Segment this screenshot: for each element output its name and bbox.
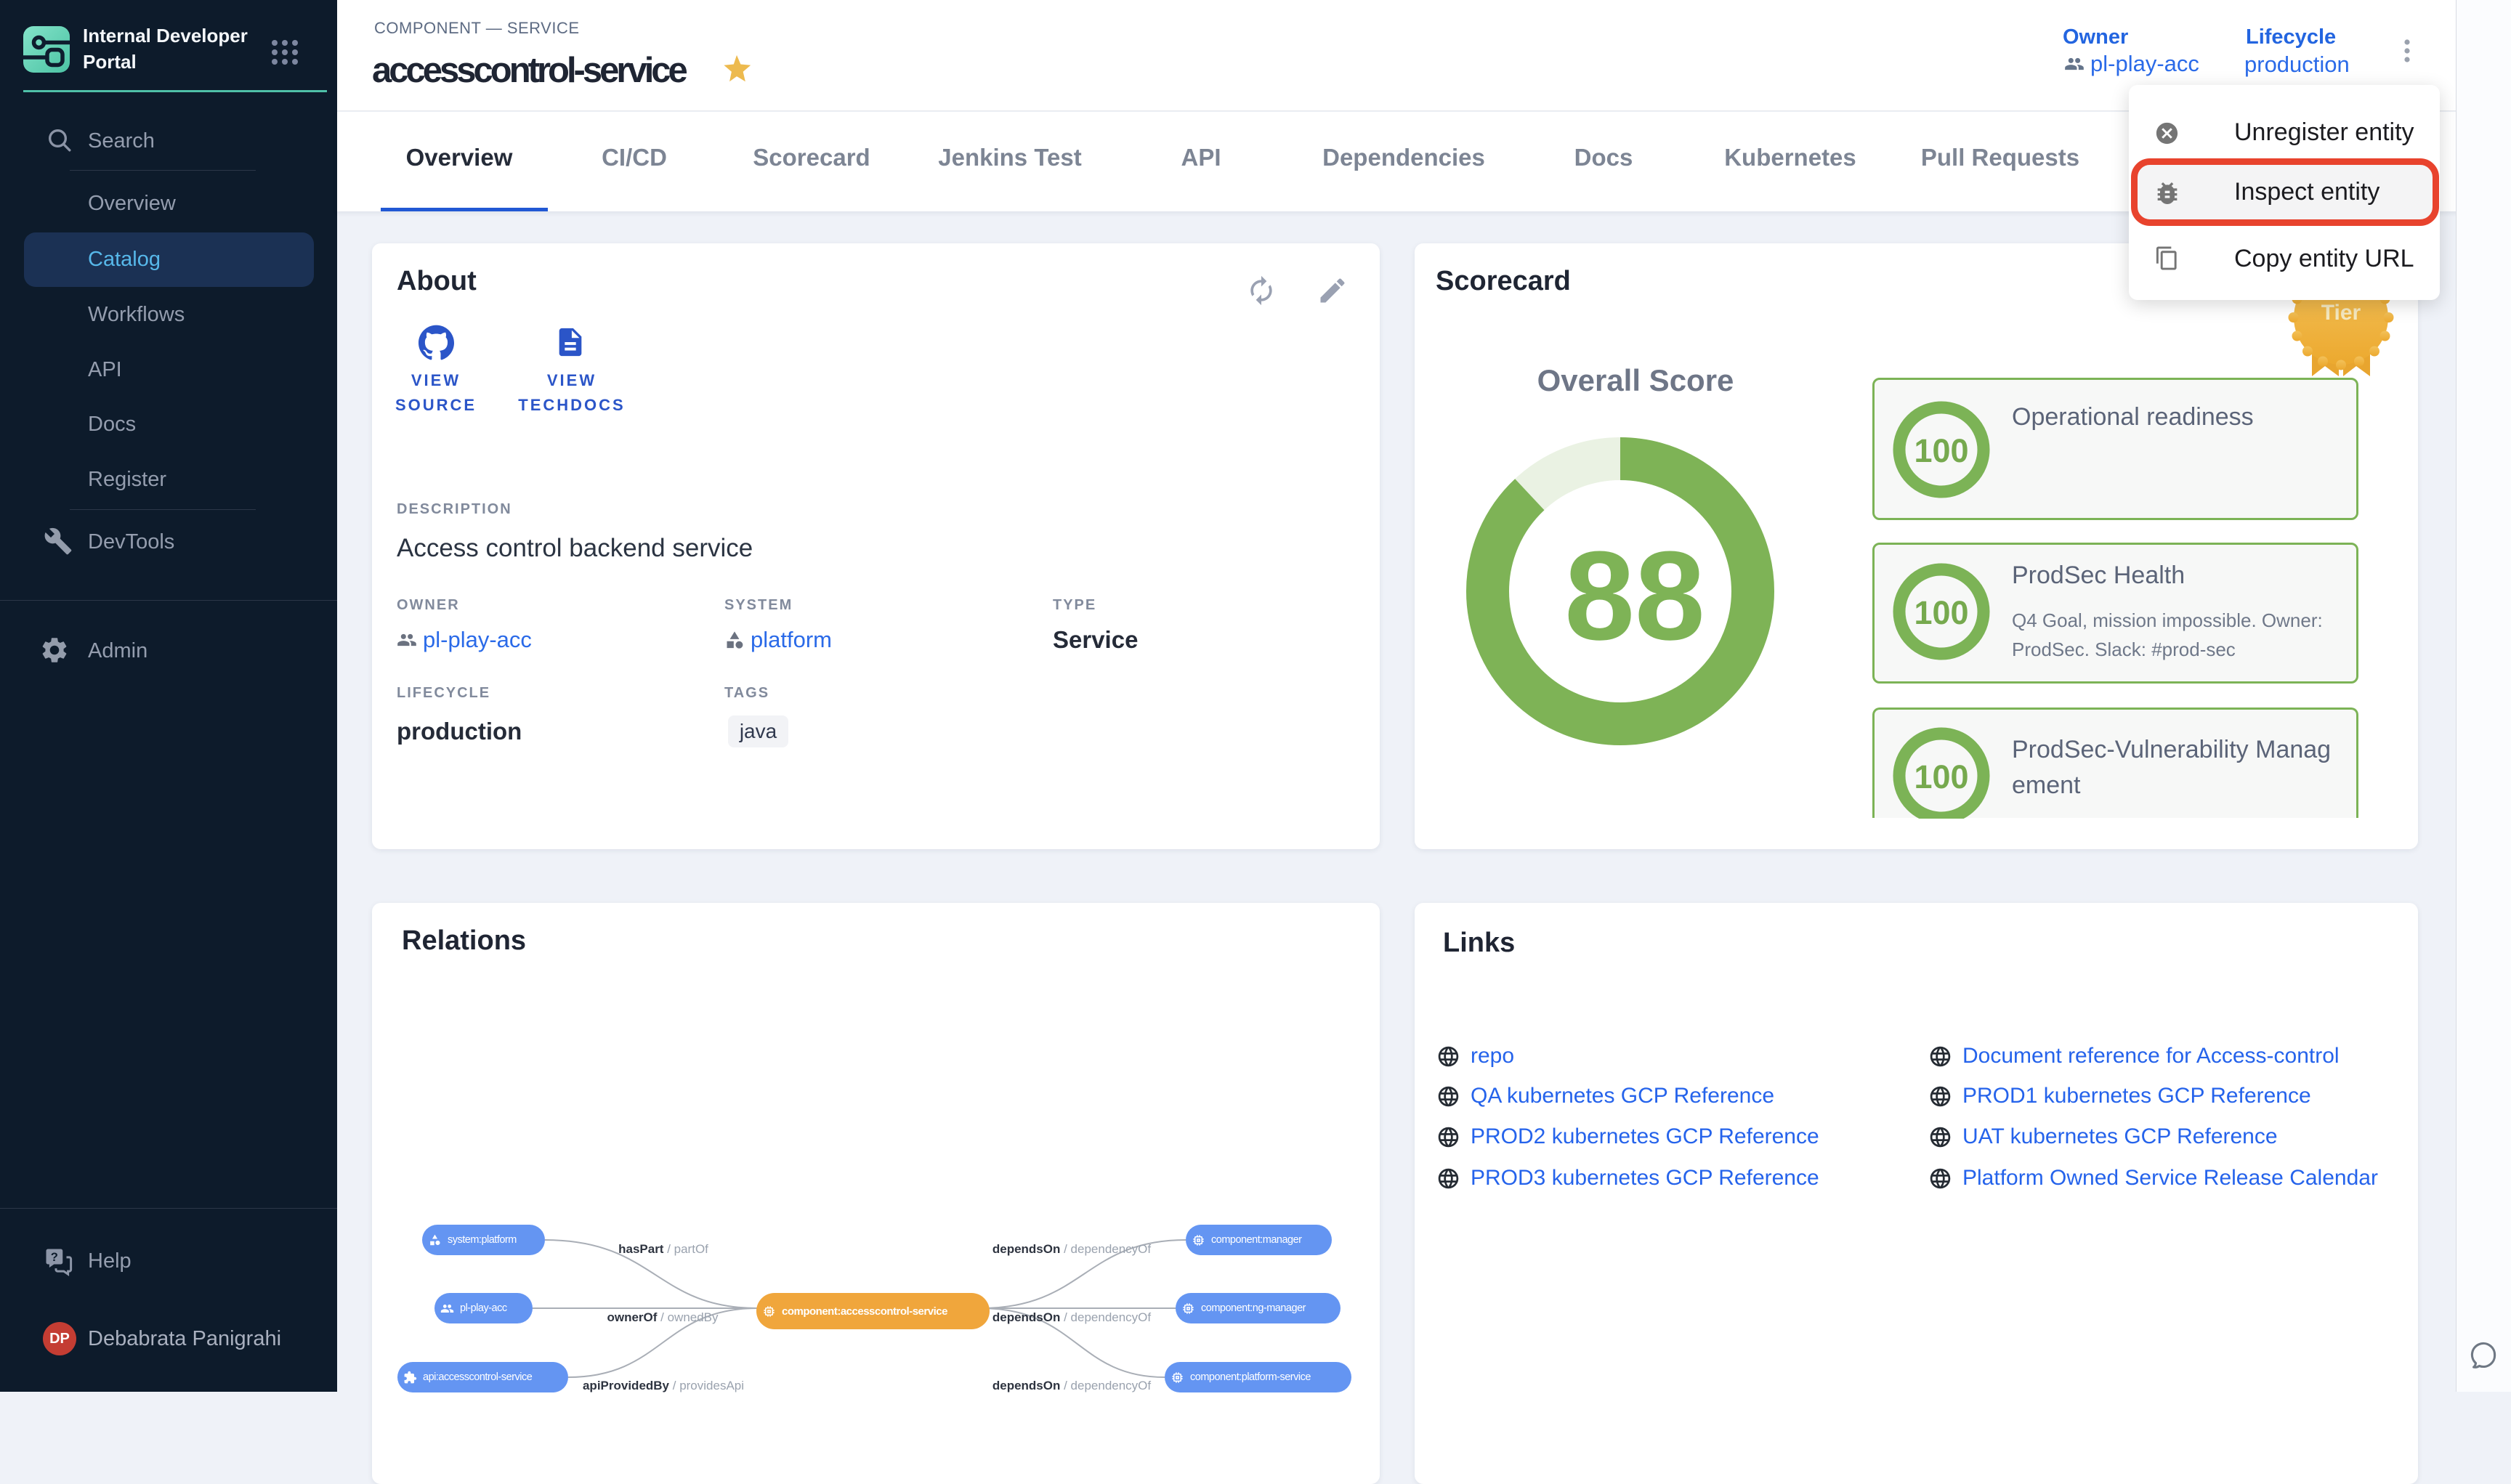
svg-text:100: 100 — [1914, 758, 1968, 795]
svg-text:?: ? — [51, 1250, 58, 1264]
svg-text:100: 100 — [1914, 432, 1968, 469]
svg-text:Tier: Tier — [2321, 301, 2361, 325]
svg-text:100: 100 — [1914, 594, 1968, 631]
